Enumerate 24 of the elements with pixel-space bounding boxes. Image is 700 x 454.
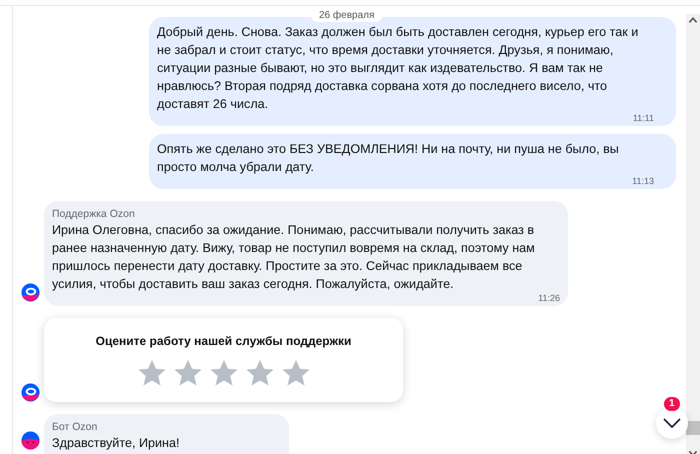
message-text: Ирина Олеговна, спасибо за ожидание. Понимаю, рассчитывали получить заказ в ранее назначенную дату. Вижу, товар не поступил вовремя на склад, поэтому нам пришлось перенести дату доставку. Простите за это. Сейчас прикладываем все усилия, чтобы доставить ваш заказ сегодня. Пожалуйста, ожидайте. xyxy=(52,222,536,293)
support-avatar-icon xyxy=(21,283,40,302)
sender-name: Поддержка Ozon xyxy=(52,207,136,221)
star-icon[interactable] xyxy=(280,358,310,388)
bot-avatar-icon xyxy=(21,431,40,450)
message-time: 11:13 xyxy=(632,176,654,187)
message-text: Здравствуйте, Ирина! xyxy=(52,435,180,452)
star-rating[interactable] xyxy=(136,358,310,388)
sender-name: Бот Ozon xyxy=(52,420,98,434)
unread-badge: 1 xyxy=(664,397,680,411)
chevron-down-icon xyxy=(662,417,682,429)
message-text: Добрый день. Снова. Заказ должен был быть доставлен сегодня, курьер его так и не забрал и стоит статус, что время доставки уточняется. Друзья, я понимаю, ситуации разные бывают, но это выглядит как издевательство. Я вам так не нравлюсь? Вторая подряд доставка сорвана хотя до последнего висело, что доставят 26 числа. xyxy=(157,24,640,113)
support-avatar-icon xyxy=(21,383,40,402)
scroll-down-button[interactable] xyxy=(656,407,688,439)
message-text: Опять же сделано это БЕЗ УВЕДОМЛЕНИЯ! Ни на почту, ни пуша не было, вы просто молча убрали дату. xyxy=(157,141,620,176)
date-chip: 26 февраля xyxy=(311,9,382,22)
rating-title: Оцените работу нашей службы поддержки xyxy=(96,334,352,348)
star-icon[interactable] xyxy=(244,358,274,388)
star-icon[interactable] xyxy=(136,358,166,388)
scrollbar-thumb[interactable] xyxy=(686,421,700,435)
star-icon[interactable] xyxy=(172,358,202,388)
message-time: 11:26 xyxy=(538,293,560,304)
message-time: 11:11 xyxy=(632,113,654,124)
star-icon[interactable] xyxy=(208,358,238,388)
